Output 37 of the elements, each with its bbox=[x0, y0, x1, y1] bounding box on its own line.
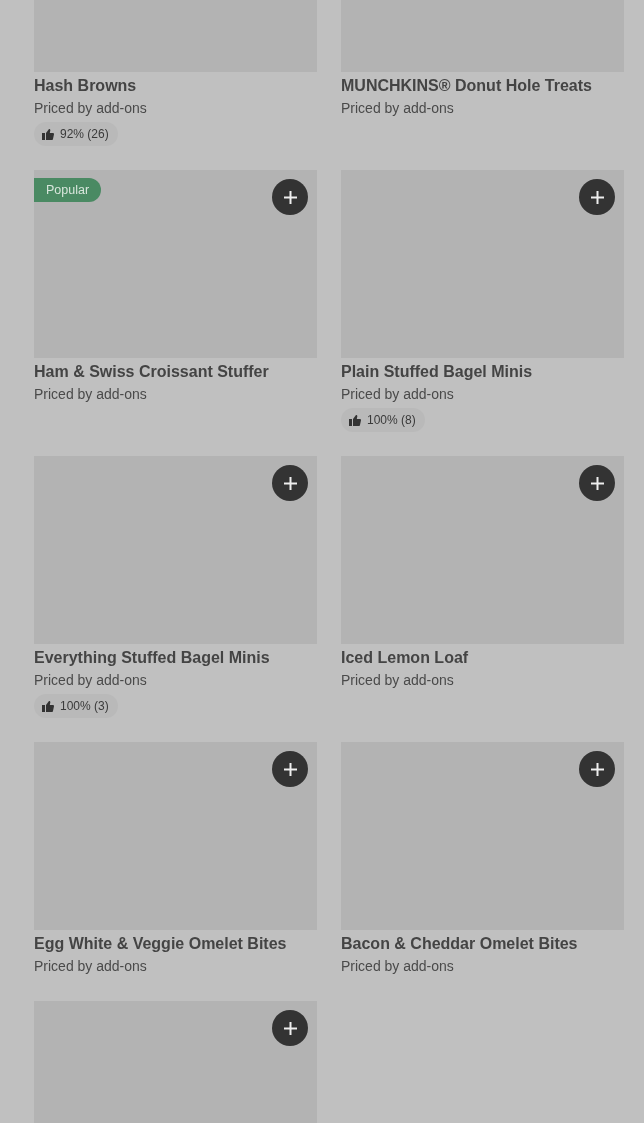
thumbs-up-icon bbox=[349, 414, 361, 426]
item-name: MUNCHKINS® Donut Hole Treats bbox=[341, 76, 593, 96]
item-name: Ham & Swiss Croissant Stuffer bbox=[34, 362, 270, 382]
add-button[interactable] bbox=[272, 751, 308, 787]
add-button[interactable] bbox=[272, 1010, 308, 1046]
item-price: Priced by add-ons bbox=[34, 385, 148, 404]
rating-text: 100% (3) bbox=[60, 699, 109, 713]
thumbs-up-icon bbox=[42, 128, 54, 140]
item-price: Priced by add-ons bbox=[34, 99, 148, 118]
item-price: Priced by add-ons bbox=[341, 671, 455, 690]
thumbs-up-icon bbox=[42, 700, 54, 712]
rating-text: 92% (26) bbox=[60, 127, 109, 141]
item-name: Bacon & Cheddar Omelet Bites bbox=[341, 934, 579, 954]
plus-icon bbox=[590, 476, 604, 490]
item-price: Priced by add-ons bbox=[341, 385, 455, 404]
item-name: Egg White & Veggie Omelet Bites bbox=[34, 934, 288, 954]
item-price: Priced by add-ons bbox=[341, 99, 455, 118]
add-button[interactable] bbox=[579, 465, 615, 501]
item-price: Priced by add-ons bbox=[34, 671, 148, 690]
item-price: Priced by add-ons bbox=[341, 957, 455, 976]
plus-icon bbox=[283, 1021, 297, 1035]
add-button[interactable] bbox=[579, 751, 615, 787]
add-button[interactable] bbox=[579, 179, 615, 215]
plus-icon bbox=[283, 476, 297, 490]
plus-icon bbox=[283, 762, 297, 776]
add-button[interactable] bbox=[272, 179, 308, 215]
item-name: Iced Lemon Loaf bbox=[341, 648, 470, 668]
item-name: Hash Browns bbox=[34, 76, 138, 96]
plus-icon bbox=[283, 190, 297, 204]
rating-text: 100% (8) bbox=[367, 413, 416, 427]
item-name: Plain Stuffed Bagel Minis bbox=[341, 362, 534, 382]
item-price: Priced by add-ons bbox=[34, 957, 148, 976]
item-name: Everything Stuffed Bagel Minis bbox=[34, 648, 271, 668]
popular-badge: Popular bbox=[34, 178, 102, 202]
plus-icon bbox=[590, 762, 604, 776]
add-button[interactable] bbox=[272, 465, 308, 501]
plus-icon bbox=[590, 190, 604, 204]
